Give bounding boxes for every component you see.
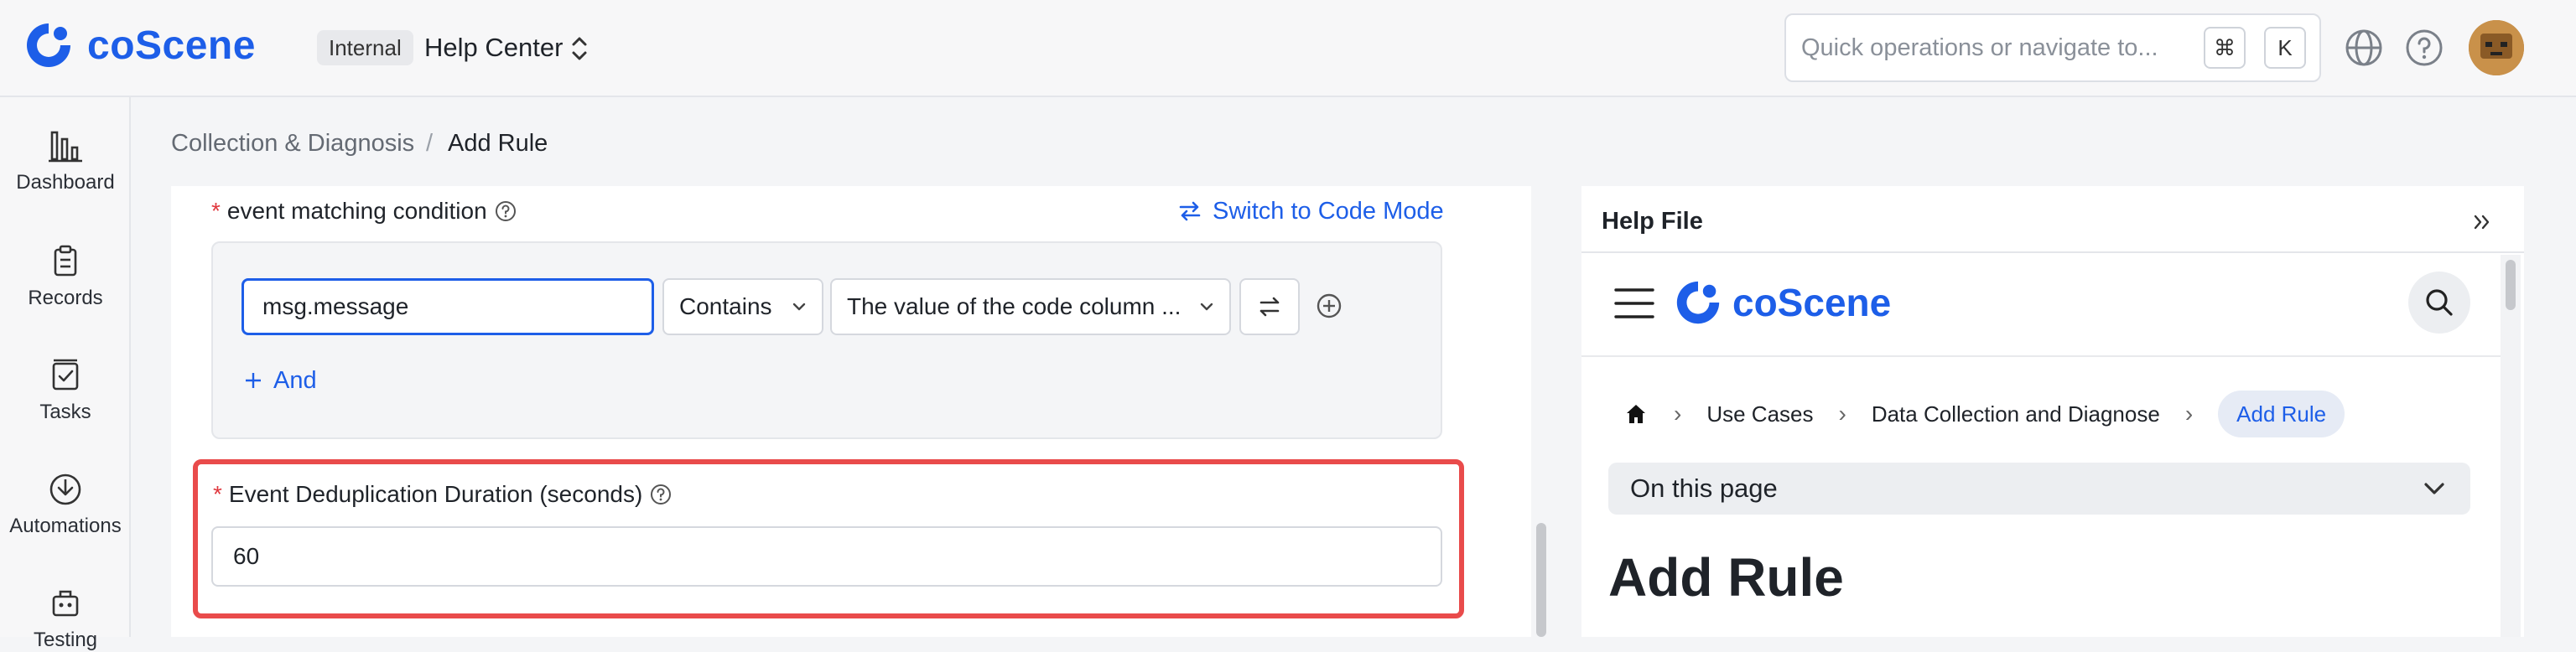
sidebar-item-label: Tasks — [39, 401, 91, 423]
shortcut-cmd-key: ⌘ — [2204, 27, 2246, 69]
sidebar-item-records[interactable]: Records — [0, 243, 131, 310]
condition-field-input[interactable]: msg.message — [242, 278, 654, 335]
hamburger-menu-icon[interactable] — [1613, 285, 1655, 322]
app-name: coScene — [87, 23, 256, 68]
on-this-page-label: On this page — [1630, 473, 1778, 503]
testing-icon — [52, 590, 79, 617]
automations-icon — [49, 473, 81, 505]
doc-scrollbar-thumb[interactable] — [2506, 260, 2516, 310]
plus-icon — [246, 373, 261, 388]
switch-mode-label: Switch to Code Mode — [1213, 198, 1444, 225]
shortcut-k-key: K — [2264, 27, 2306, 69]
swap-arrows-icon — [1259, 297, 1280, 317]
help-panel-title: Help File — [1602, 208, 1703, 235]
sidebar-item-label: Testing — [33, 629, 98, 651]
bar-chart-icon — [49, 131, 82, 163]
sidebar-item-dashboard[interactable]: Dashboard — [0, 127, 131, 194]
condition-value-select[interactable]: The value of the code column ... — [830, 278, 1231, 335]
globe-icon[interactable] — [2343, 27, 2385, 69]
search-icon — [2426, 289, 2453, 316]
coscene-logo-icon — [27, 23, 70, 67]
sidebar-item-label: Automations — [9, 515, 122, 537]
breadcrumb-separator: / — [426, 130, 434, 157]
condition-field-value: msg.message — [262, 293, 409, 319]
double-chevron-right-icon[interactable] — [2469, 208, 2497, 236]
add-circle-icon[interactable] — [1315, 292, 1343, 320]
sidebar-item-testing[interactable]: Testing — [0, 585, 131, 652]
dedup-label-group: * Event Deduplication Duration (seconds) — [213, 479, 673, 510]
records-icon — [54, 245, 77, 277]
chevron-right-icon: › — [1838, 401, 1846, 427]
sidebar-item-label: Dashboard — [16, 171, 115, 194]
condition-operator-value: Contains — [679, 293, 772, 319]
required-mark: * — [211, 198, 221, 224]
tasks-icon — [52, 359, 79, 391]
avatar-image — [2469, 20, 2524, 75]
dedup-duration-value: 60 — [233, 543, 260, 569]
event-condition-label: event matching condition — [226, 198, 487, 224]
help-icon[interactable] — [2403, 27, 2445, 69]
breadcrumb-current: Add Rule — [448, 130, 548, 157]
doc-logo-text: coScene — [1732, 281, 1892, 324]
chevron-down-icon — [1200, 303, 1213, 311]
doc-breadcrumb-item[interactable]: Data Collection and Diagnose — [1872, 397, 2160, 431]
project-name[interactable]: Help Center — [424, 30, 563, 65]
add-and-condition-button[interactable]: And — [243, 365, 317, 396]
doc-breadcrumb-current: Add Rule — [2218, 391, 2345, 437]
chevron-right-icon: › — [1674, 401, 1682, 427]
sidebar-item-automations[interactable]: Automations — [0, 471, 131, 538]
condition-group — [211, 241, 1442, 439]
help-panel-header — [1581, 186, 2524, 253]
condition-operator-select[interactable]: Contains — [662, 278, 823, 335]
doc-heading: Add Rule — [1608, 547, 1844, 608]
required-mark: * — [213, 481, 222, 507]
chevron-updown-icon[interactable] — [567, 32, 592, 65]
doc-scrollbar[interactable] — [2501, 255, 2521, 637]
home-icon[interactable] — [1623, 401, 1649, 427]
breadcrumb-parent-link[interactable]: Collection & Diagnosis — [171, 127, 414, 159]
chevron-right-icon: › — [2184, 401, 2194, 427]
and-label: And — [273, 367, 317, 394]
dedup-duration-input[interactable]: 60 — [211, 526, 1442, 587]
form-scrollbar-thumb[interactable] — [1536, 523, 1546, 637]
doc-search-button[interactable] — [2408, 272, 2470, 334]
search-input[interactable]: Quick operations or navigate to... — [1801, 30, 2158, 65]
dedup-duration-label: Event Deduplication Duration (seconds) — [228, 481, 643, 507]
app-logo[interactable]: coScene — [22, 18, 256, 72]
chevron-down-icon — [2424, 483, 2444, 494]
doc-breadcrumb-item[interactable]: Use Cases — [1706, 397, 1813, 431]
chevron-down-icon — [792, 303, 806, 311]
question-circle-icon[interactable] — [494, 199, 517, 223]
on-this-page-dropdown[interactable]: On this page — [1608, 463, 2470, 515]
event-condition-label-group: * event matching condition — [211, 196, 517, 226]
swap-arrows-icon — [1179, 201, 1201, 221]
sidebar-item-tasks[interactable]: Tasks — [0, 357, 131, 424]
switch-to-code-mode-link[interactable]: Switch to Code Mode — [1177, 196, 1444, 226]
swap-value-mode-button[interactable] — [1239, 278, 1300, 335]
user-avatar[interactable] — [2469, 20, 2524, 75]
sidebar-item-label: Records — [28, 287, 103, 309]
environment-badge: Internal — [317, 30, 413, 65]
question-circle-icon[interactable] — [649, 483, 673, 506]
doc-logo[interactable]: coScene — [1672, 277, 1891, 329]
doc-breadcrumb: › Use Cases › Data Collection and Diagno… — [1623, 391, 2345, 437]
doc-header-divider — [1581, 355, 2501, 357]
condition-value-text: The value of the code column ... — [847, 293, 1182, 319]
coscene-logo-icon — [1676, 281, 1720, 324]
